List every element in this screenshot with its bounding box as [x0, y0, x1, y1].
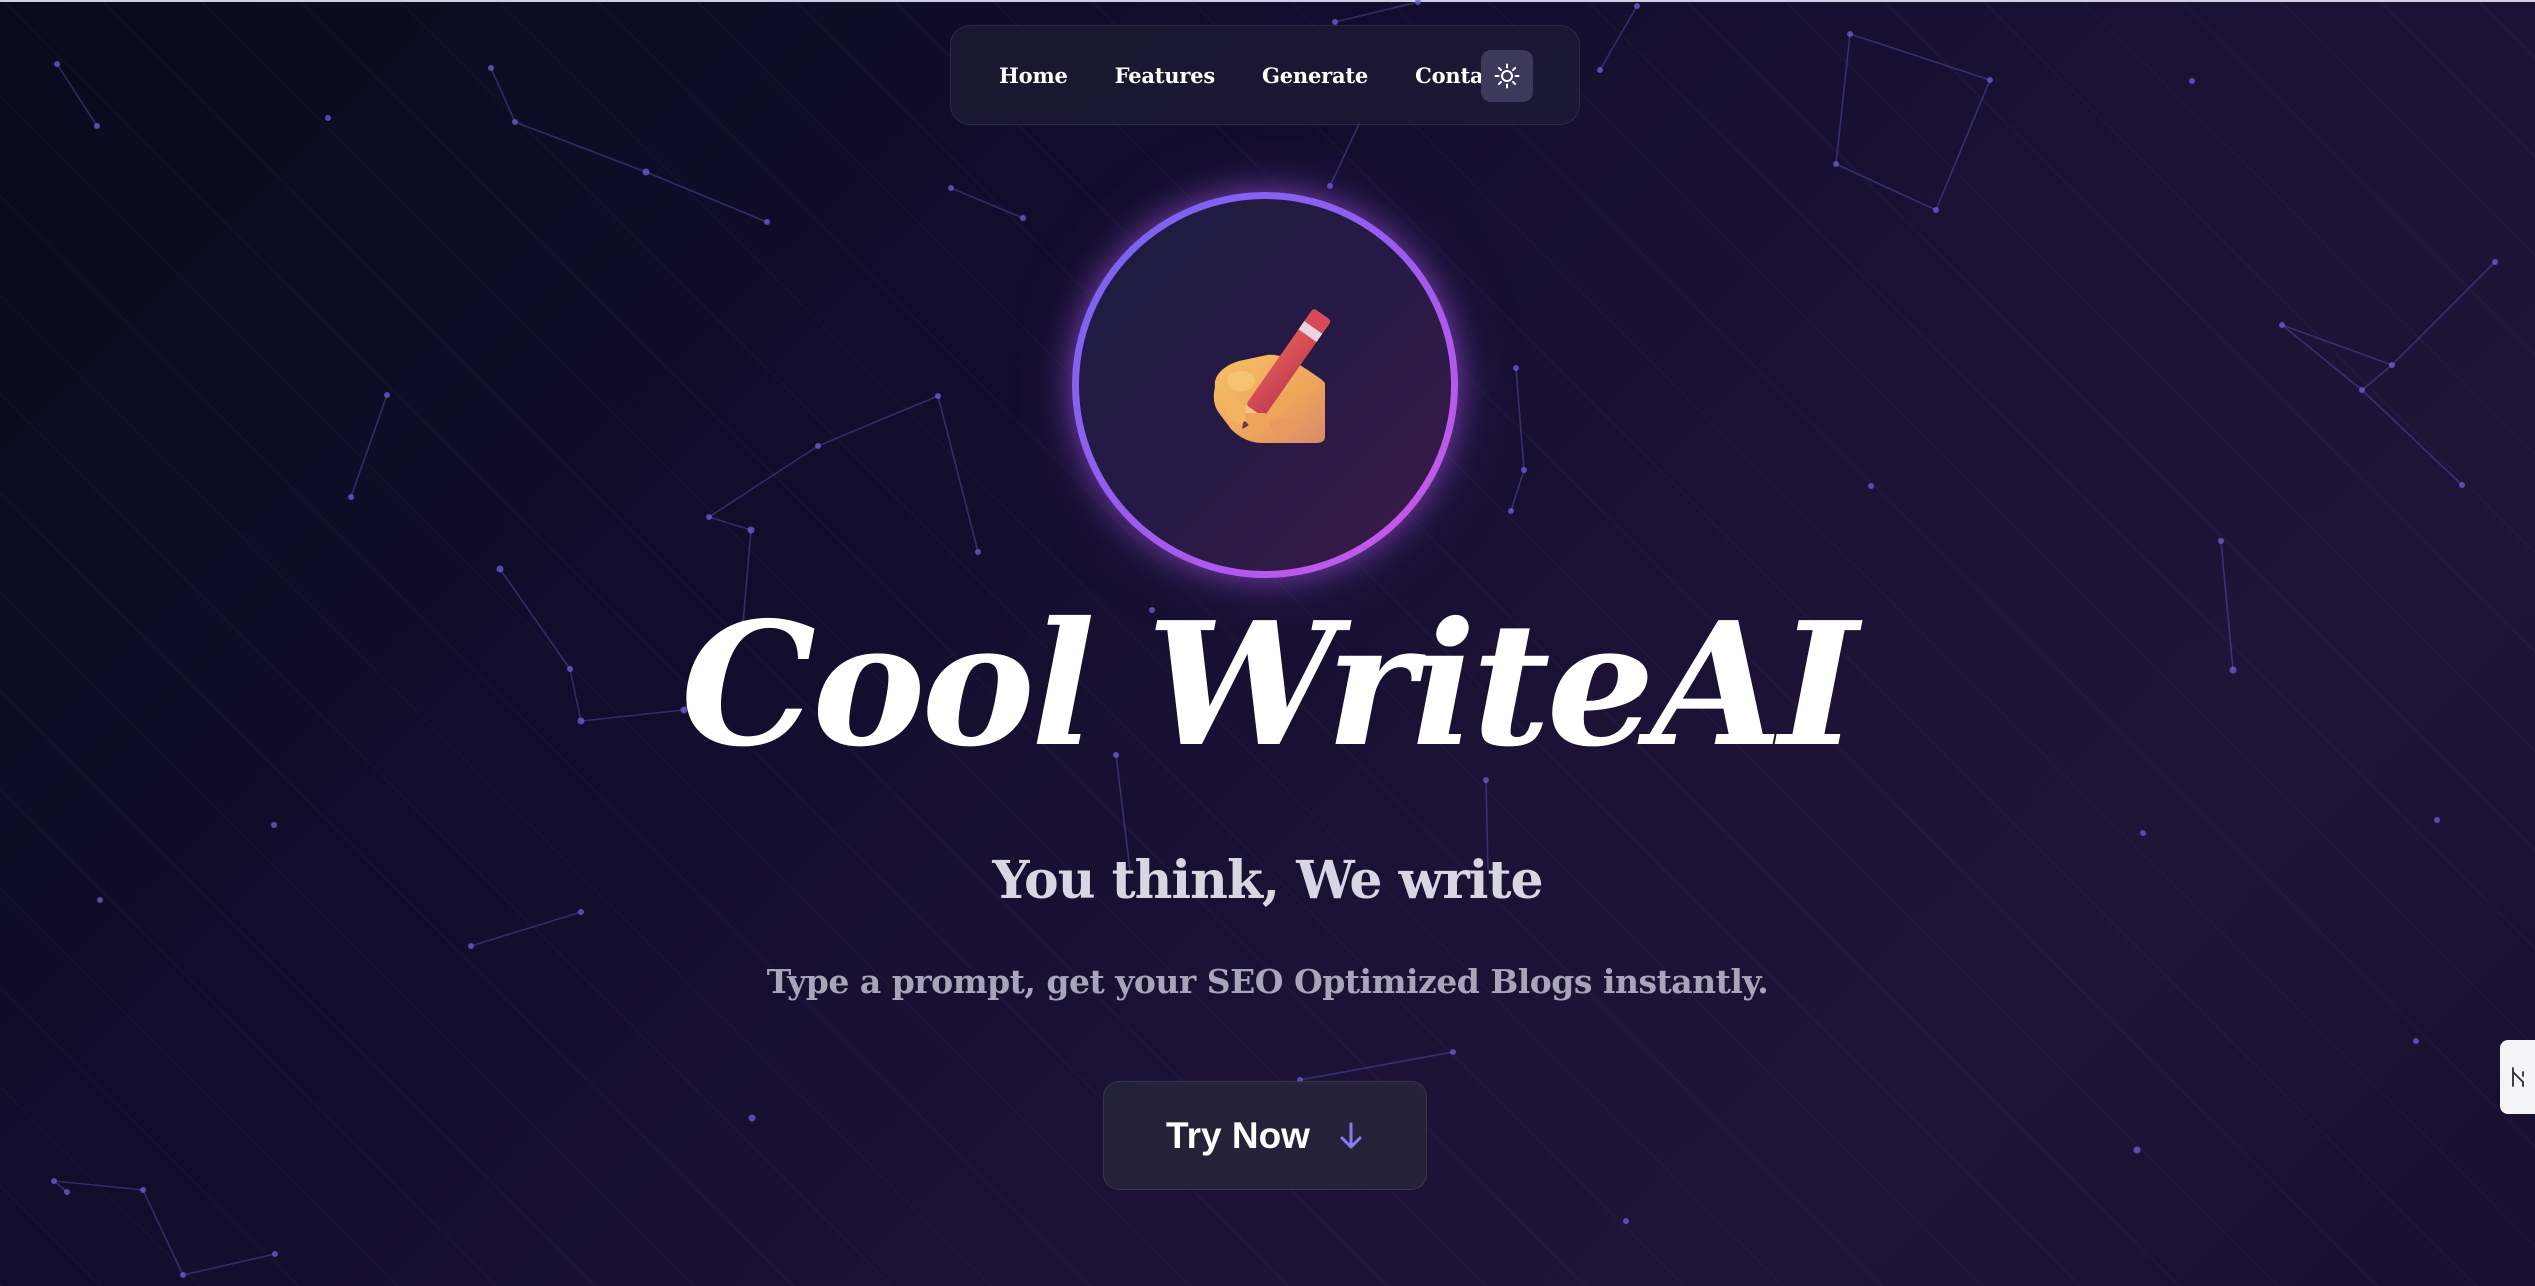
top-navbar: Home Features Generate Contact	[950, 25, 1580, 125]
nav-link-generate[interactable]: Generate	[1262, 63, 1368, 88]
top-border	[0, 0, 2535, 2]
nav-link-features[interactable]: Features	[1115, 63, 1216, 88]
try-now-button[interactable]: Try Now	[1103, 1081, 1427, 1190]
theme-toggle-button[interactable]	[1481, 50, 1533, 102]
hero-tagline: You think, We write	[992, 850, 1543, 911]
brand-title: Cool WriteAI	[680, 585, 1858, 785]
sun-icon	[1494, 63, 1520, 89]
nav-link-home[interactable]: Home	[999, 63, 1068, 88]
hero-subtitle: Type a prompt, get your SEO Optimized Bl…	[766, 962, 1769, 1001]
logo-badge	[1072, 192, 1458, 578]
arrow-down-icon	[1340, 1122, 1362, 1148]
try-now-label: Try Now	[1166, 1114, 1310, 1156]
logo-badge-inner	[1079, 199, 1451, 571]
writing-hand-icon	[1213, 309, 1331, 443]
side-extension-tab[interactable]	[2500, 1040, 2535, 1114]
extension-tab-icon	[2511, 1067, 2524, 1087]
